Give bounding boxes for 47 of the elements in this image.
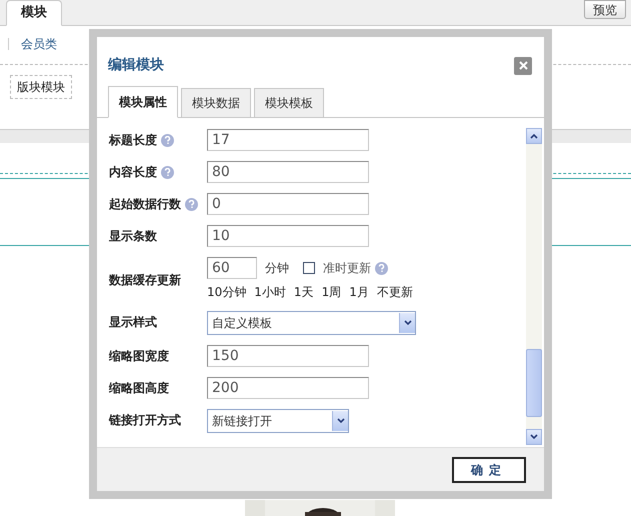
preset-link[interactable]: 1天: [294, 283, 314, 301]
number-field[interactable]: 200: [207, 377, 369, 399]
checkbox[interactable]: [303, 262, 315, 274]
module-item[interactable]: 版块模块: [10, 75, 72, 99]
dropdown-caret-icon: [399, 313, 415, 333]
help-icon[interactable]: [161, 134, 174, 146]
number-field[interactable]: 10: [207, 225, 369, 247]
field-label: 缩略图宽度: [109, 348, 169, 365]
close-icon: [518, 61, 528, 70]
tab[interactable]: 模块: [6, 0, 62, 26]
number-field[interactable]: 150: [207, 345, 369, 367]
help-icon[interactable]: [375, 262, 388, 274]
preset-link[interactable]: 1周: [322, 283, 342, 301]
scrollbar-thumb[interactable]: [526, 349, 542, 417]
minutes-field[interactable]: 60: [207, 257, 257, 279]
scroll-down-button[interactable]: [526, 429, 542, 445]
help-icon[interactable]: [185, 198, 198, 210]
dialog-title: 编辑模块: [108, 56, 164, 75]
number-field[interactable]: 17: [207, 129, 369, 151]
field-label: 起始数据行数: [109, 196, 181, 213]
number-field[interactable]: 0: [207, 193, 369, 215]
dropdown-select[interactable]: 新链接打开: [207, 409, 349, 433]
number-field[interactable]: 80: [207, 161, 369, 183]
category-link[interactable]: 会员类: [21, 35, 57, 53]
scroll-up-button[interactable]: [526, 128, 542, 144]
help-icon[interactable]: [161, 166, 174, 178]
field-label: 链接打开方式: [109, 412, 181, 429]
field-label: 数据缓存更新: [109, 272, 181, 289]
preset-link[interactable]: 10分钟: [207, 283, 246, 301]
tab[interactable]: 模块模板: [254, 88, 324, 118]
field-label: 缩略图高度: [109, 380, 169, 397]
preset-link[interactable]: 1月: [349, 283, 369, 301]
preset-link[interactable]: 1小时: [254, 283, 286, 301]
close-button[interactable]: [514, 56, 532, 74]
tab[interactable]: 模块数据: [181, 88, 251, 118]
field-label: 标题长度: [109, 132, 157, 149]
unit-label: 分钟: [265, 260, 289, 277]
ok-button[interactable]: 确定: [452, 456, 526, 482]
dropdown-caret-icon: [332, 411, 348, 431]
dropdown-select[interactable]: 自定义模板: [207, 311, 416, 335]
field-label: 内容长度: [109, 164, 157, 181]
checkbox-label: 准时更新: [323, 260, 371, 277]
field-label: 显示条数: [109, 228, 157, 245]
preview-button[interactable]: 预览: [584, 0, 626, 19]
tab[interactable]: 模块属性: [108, 86, 178, 118]
preset-link[interactable]: 不更新: [376, 283, 413, 301]
field-label: 显示样式: [109, 314, 157, 331]
